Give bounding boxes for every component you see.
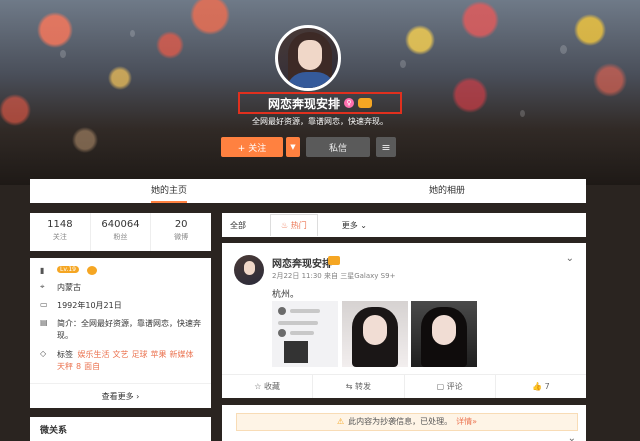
notice-banner: ⚠ 此内容为抄袭信息，已处理。 详情» <box>236 413 578 431</box>
tag-link[interactable]: 新媒体 <box>170 350 194 359</box>
filter-more[interactable]: 更多 ⌄ <box>342 220 367 231</box>
tag-link[interactable]: 苹果 <box>151 350 167 359</box>
raindrop-decoration <box>560 45 567 54</box>
see-more-link[interactable]: 查看更多 › <box>30 383 211 402</box>
info-intro-row: ▤ 简介：全网最好资源，靠谱网恋，快速奔现。 <box>40 318 201 342</box>
tag-icon: ◇ <box>40 349 47 358</box>
tab-home[interactable]: 她的主页 <box>30 179 308 203</box>
profile-name-highlight: 网恋奔现安排 ♀ <box>238 92 402 114</box>
feed-filter-bar: 全部 ♨ 热门 更多 ⌄ <box>222 213 586 237</box>
post-actions: ☆ 收藏 ⇆ 转发 ▢ 评论 👍 7 <box>222 374 586 398</box>
tag-link[interactable]: 8 <box>76 362 81 371</box>
info-location-row: ⌖ 内蒙古 <box>40 282 201 293</box>
post-text: 杭州。 <box>272 290 300 300</box>
thumbs-up-icon: 👍 <box>532 382 545 391</box>
comment-button[interactable]: ▢ 评论 <box>405 375 496 398</box>
intro-icon: ▤ <box>40 318 48 327</box>
tag-link[interactable]: 文艺 <box>113 350 129 359</box>
star-icon: ☆ <box>254 382 264 391</box>
info-level-row: ▮ Lv.19 <box>40 266 201 275</box>
fire-icon: ♨ <box>281 221 291 230</box>
tag-link[interactable]: 天秤 <box>57 362 73 371</box>
post-image[interactable] <box>411 301 477 367</box>
tab-album[interactable]: 她的相册 <box>308 179 586 203</box>
intro-text: 简介：全网最好资源，靠谱网恋，快速奔现。 <box>57 319 201 340</box>
repost-icon: ⇆ <box>345 382 355 391</box>
chevron-down-icon[interactable]: ⌄ <box>568 433 576 441</box>
raindrop-decoration <box>520 110 525 117</box>
filter-all[interactable]: 全部 <box>230 220 246 231</box>
post-avatar[interactable] <box>234 255 264 285</box>
stat-posts[interactable]: 20 微博 <box>151 213 211 251</box>
favorite-button[interactable]: ☆ 收藏 <box>222 375 314 398</box>
feed-post: ⚠ 此内容为抄袭信息，已处理。 详情» ⌄ <box>222 405 586 441</box>
bookmark-icon: ▮ <box>40 266 45 275</box>
raindrop-decoration <box>130 30 135 37</box>
info-tags-row: ◇ 标签 娱乐生活 文艺 足球 苹果 新媒体天秤 8 面自 <box>40 349 201 373</box>
comment-icon: ▢ <box>436 382 447 391</box>
message-button[interactable]: 私信 <box>306 137 370 157</box>
location-icon: ⌖ <box>40 282 45 291</box>
follow-dropdown-button[interactable]: ▼ <box>286 137 300 157</box>
relationships-title: 微关系 <box>40 426 68 436</box>
follow-button[interactable]: + 关注 <box>221 137 283 157</box>
birthday-text: 1992年10月21日 <box>57 301 122 310</box>
repost-button[interactable]: ⇆ 转发 <box>313 375 405 398</box>
stat-following[interactable]: 1148 关注 <box>30 213 91 251</box>
tag-link[interactable]: 娱乐生活 <box>78 350 110 359</box>
filter-hot[interactable]: ♨ 热门 <box>270 214 318 236</box>
like-button[interactable]: 👍 7 <box>496 375 586 398</box>
profile-bio: 全网最好资源，靠谱网恋，快速奔现。 <box>252 117 388 126</box>
tag-link[interactable]: 足球 <box>132 350 148 359</box>
medal-icon <box>86 266 97 275</box>
level-badge[interactable]: Lv.19 <box>57 266 79 273</box>
vip-icon <box>328 256 340 265</box>
stat-followers[interactable]: 640064 粉丝 <box>91 213 152 251</box>
feed-post: 网恋奔现安排 2月22日 11:30 来自 三星Galaxy S9+ ⌄ 杭州。… <box>222 243 586 398</box>
profile-tabs: 她的主页 她的相册 <box>30 179 586 203</box>
raindrop-decoration <box>400 60 406 68</box>
chevron-down-icon[interactable]: ⌄ <box>566 253 574 264</box>
post-image[interactable] <box>272 301 338 367</box>
post-author[interactable]: 网恋奔现安排 <box>272 255 332 270</box>
raindrop-decoration <box>60 50 66 58</box>
info-birthday-row: ▭ 1992年10月21日 <box>40 300 201 311</box>
post-image[interactable] <box>342 301 408 367</box>
profile-name: 网恋奔现安排 <box>267 96 340 111</box>
tag-link[interactable]: 面自 <box>84 362 100 371</box>
tags-prefix: 标签 <box>57 350 73 359</box>
location-text: 内蒙古 <box>57 283 81 292</box>
post-meta: 2月22日 11:30 来自 三星Galaxy S9+ <box>272 272 396 280</box>
birthday-icon: ▭ <box>40 300 48 309</box>
profile-info-card: ▮ Lv.19 ⌖ 内蒙古 ▭ 1992年10月21日 ▤ 简介：全网最好资源，… <box>30 258 211 408</box>
menu-icon[interactable]: ≡ <box>376 137 396 157</box>
profile-avatar[interactable] <box>275 25 341 91</box>
warning-icon: ⚠ <box>336 417 345 426</box>
vip-icon <box>358 98 372 108</box>
notice-details-link[interactable]: 详情» <box>456 417 477 426</box>
profile-stats: 1148 关注 640064 粉丝 20 微博 <box>30 213 211 251</box>
female-icon: ♀ <box>344 98 354 108</box>
relationships-card: 微关系 <box>30 417 211 441</box>
